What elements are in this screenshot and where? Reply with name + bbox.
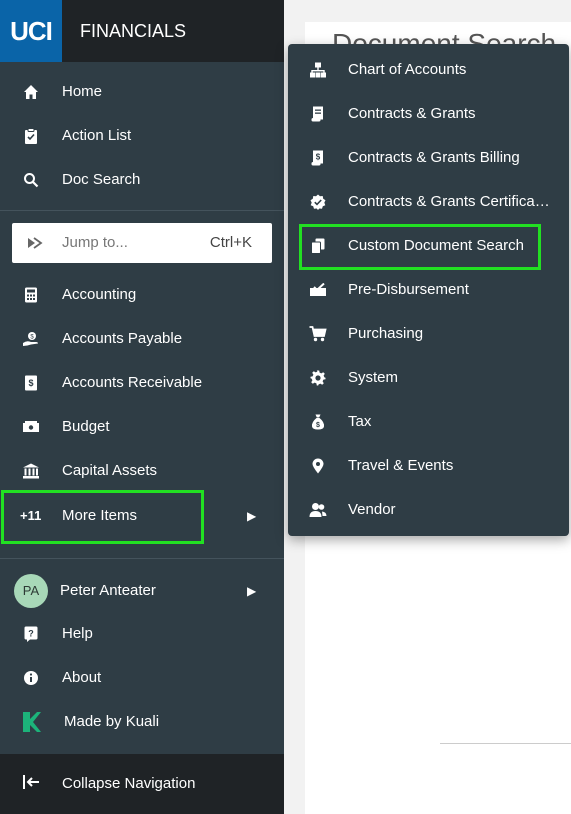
flyout-item-purchasing[interactable]: Purchasing: [288, 312, 569, 356]
svg-text:$: $: [316, 422, 320, 429]
map-pin-icon: [308, 456, 328, 476]
certificate-icon: [308, 192, 328, 212]
nav-label: Accounts Receivable: [62, 374, 203, 391]
jump-to-input[interactable]: Jump to... Ctrl+K: [12, 223, 272, 263]
help-icon: ?: [20, 624, 42, 644]
bank-icon: [20, 461, 42, 481]
nav-label: Capital Assets: [62, 462, 158, 479]
more-items-highlight: [1, 490, 204, 544]
info-icon: [20, 668, 42, 688]
money-bag-icon: $: [308, 412, 328, 432]
divider: [0, 558, 284, 559]
flyout-label: Travel & Events: [348, 457, 454, 474]
custom-document-search-highlight: [299, 224, 541, 270]
flyout-label: Chart of Accounts: [348, 61, 467, 78]
document-dollar-icon: $: [308, 148, 328, 168]
nav-item-budget[interactable]: Budget: [0, 405, 284, 449]
jump-placeholder: Jump to...: [62, 234, 128, 251]
checkbook-icon: [308, 280, 328, 300]
cart-icon: [308, 324, 328, 344]
calculator-icon: [20, 285, 42, 305]
nav-label: Doc Search: [62, 171, 141, 188]
content-divider: [440, 743, 571, 744]
nav-label: Help: [62, 625, 93, 642]
avatar[interactable]: PA: [14, 574, 48, 608]
sidebar: UCI FINANCIALS Home Action List Doc Sear…: [0, 0, 284, 814]
flyout-item-system[interactable]: System: [288, 356, 569, 400]
money-icon: [20, 417, 42, 437]
chevron-right-icon: ▶: [247, 509, 257, 523]
nav-label: About: [62, 669, 102, 686]
jump-icon: [24, 233, 46, 253]
svg-text:$: $: [316, 153, 321, 162]
nav-item-home[interactable]: Home: [0, 70, 284, 114]
nav-label: Accounts Payable: [62, 330, 183, 347]
flyout-label: Purchasing: [348, 325, 424, 342]
flyout-item-vendor[interactable]: Vendor: [288, 488, 569, 532]
search-icon: [20, 170, 42, 190]
nav-item-action-list[interactable]: Action List: [0, 114, 284, 158]
flyout-item-travel-events[interactable]: Travel & Events: [288, 444, 569, 488]
nav-item-accounting[interactable]: Accounting: [0, 273, 284, 317]
nav-label: Home: [62, 83, 103, 100]
home-icon: [20, 82, 42, 102]
nav-item-made-by-kuali[interactable]: Made by Kuali: [0, 700, 284, 744]
flyout-item-tax[interactable]: $ Tax: [288, 400, 569, 444]
nav-item-doc-search[interactable]: Doc Search: [0, 158, 284, 202]
clipboard-check-icon: [20, 126, 42, 146]
collapse-arrow-icon: [22, 774, 40, 790]
jump-shortcut: Ctrl+K: [209, 234, 252, 251]
brand-bar: UCI FINANCIALS: [0, 0, 284, 62]
nav-item-capital-assets[interactable]: Capital Assets: [0, 449, 284, 493]
app-title: FINANCIALS: [80, 21, 187, 41]
flyout-label: Contracts & Grants Billing: [348, 149, 520, 166]
flyout-label: Pre-Disbursement: [348, 281, 469, 298]
flyout-item-contracts-grants[interactable]: Contracts & Grants: [288, 92, 569, 136]
nav-item-help[interactable]: ? Help: [0, 612, 284, 656]
flyout-label: Contracts & Grants: [348, 105, 476, 122]
uci-logo[interactable]: UCI: [0, 0, 62, 62]
collapse-label: Collapse Navigation: [62, 775, 196, 792]
user-name: Peter Anteater: [60, 582, 156, 599]
users-icon: [308, 500, 328, 520]
divider: [0, 210, 284, 211]
nav-item-accounts-receivable[interactable]: $ Accounts Receivable: [0, 361, 284, 405]
flyout-label: Vendor: [348, 501, 396, 518]
flyout-label: Contracts & Grants Certifica…: [348, 193, 550, 210]
nav-label: Accounting: [62, 286, 137, 303]
nav-label: Budget: [62, 418, 110, 435]
more-items-flyout: Chart of Accounts Contracts & Grants $ C…: [288, 44, 569, 536]
flyout-item-contracts-grants-billing[interactable]: $ Contracts & Grants Billing: [288, 136, 569, 180]
nav-item-about[interactable]: About: [0, 656, 284, 700]
nav-label: Made by Kuali: [64, 713, 160, 730]
flyout-item-chart-of-accounts[interactable]: Chart of Accounts: [288, 48, 569, 92]
chevron-right-icon: ▶: [247, 584, 257, 598]
collapse-navigation-button[interactable]: Collapse Navigation: [0, 754, 284, 814]
svg-text:$: $: [28, 378, 33, 388]
nav-label: Action List: [62, 127, 132, 144]
gear-icon: [308, 368, 328, 388]
kuali-logo-icon: [22, 711, 42, 733]
svg-text:?: ?: [28, 629, 34, 639]
document-scroll-icon: [308, 104, 328, 124]
flyout-item-pre-disbursement[interactable]: Pre-Disbursement: [288, 268, 569, 312]
flyout-label: System: [348, 369, 399, 386]
flyout-item-contracts-grants-certification[interactable]: Contracts & Grants Certifica…: [288, 180, 569, 224]
sitemap-icon: [308, 60, 328, 80]
nav-item-accounts-payable[interactable]: $ Accounts Payable: [0, 317, 284, 361]
flyout-label: Tax: [348, 413, 372, 430]
receipt-dollar-icon: $: [20, 373, 42, 393]
hand-coin-icon: $: [20, 329, 42, 349]
